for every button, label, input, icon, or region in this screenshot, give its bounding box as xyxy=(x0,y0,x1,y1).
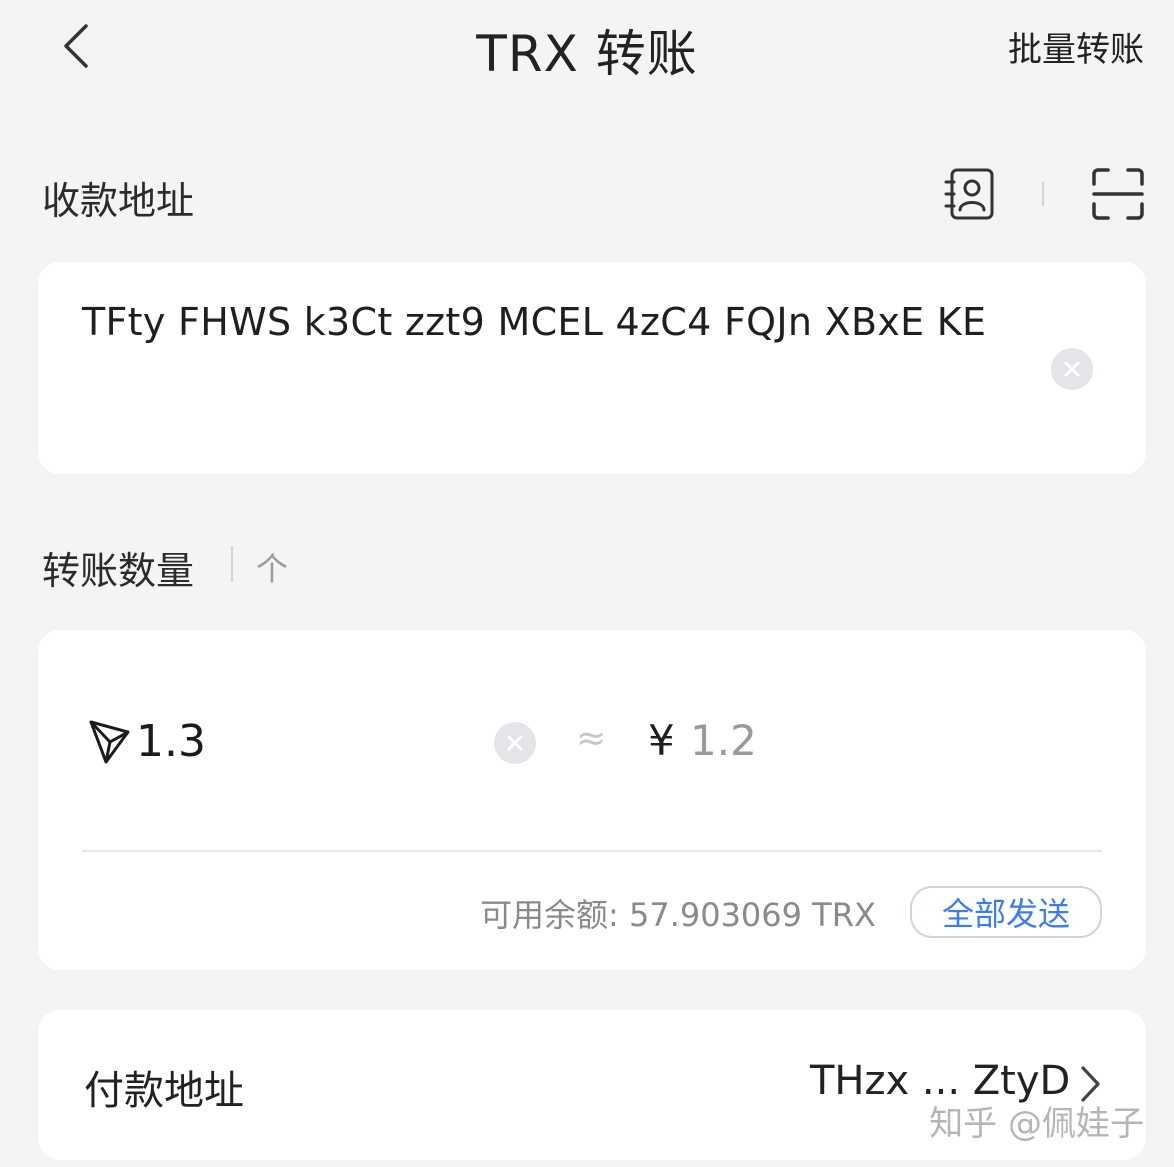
amount-input[interactable]: 1.3 xyxy=(136,716,206,767)
clear-amount-button[interactable] xyxy=(494,722,536,764)
icon-divider xyxy=(1042,182,1044,206)
clear-icon xyxy=(507,735,523,751)
label-divider xyxy=(231,546,233,582)
currency-symbol: ¥ xyxy=(648,716,675,765)
fiat-value: 1.2 xyxy=(690,716,757,765)
address-book-button[interactable] xyxy=(940,164,1000,224)
recipient-address-field[interactable] xyxy=(38,262,1146,474)
recipient-address-label: 收款地址 xyxy=(42,179,195,223)
payer-address-label: 付款地址 xyxy=(84,1068,244,1114)
scan-icon xyxy=(1092,168,1144,220)
trx-logo xyxy=(88,718,132,770)
address-book-icon xyxy=(944,168,994,220)
send-all-button[interactable]: 全部发送 xyxy=(910,886,1102,938)
tron-logo-icon xyxy=(89,720,130,764)
unit-toggle-button[interactable]: 个 xyxy=(256,544,288,590)
approx-symbol: ≈ xyxy=(576,718,607,759)
clear-address-button[interactable] xyxy=(1051,348,1093,390)
transfer-amount-label: 转账数量 xyxy=(42,549,195,593)
page-title: TRX 转账 xyxy=(476,25,698,83)
clear-icon xyxy=(1064,361,1080,377)
available-balance: 可用余额: 57.903069 TRX xyxy=(480,896,876,934)
amount-divider xyxy=(82,850,1102,852)
batch-transfer-button[interactable]: 批量转账 xyxy=(1008,22,1144,71)
scan-button[interactable] xyxy=(1088,164,1148,224)
watermark: 知乎 @佩娃子 xyxy=(929,1104,1144,1144)
recipient-address-value: TFty FHWS k3Ct zzt9 MCEL 4zC4 FQJn XBxE … xyxy=(82,300,987,344)
